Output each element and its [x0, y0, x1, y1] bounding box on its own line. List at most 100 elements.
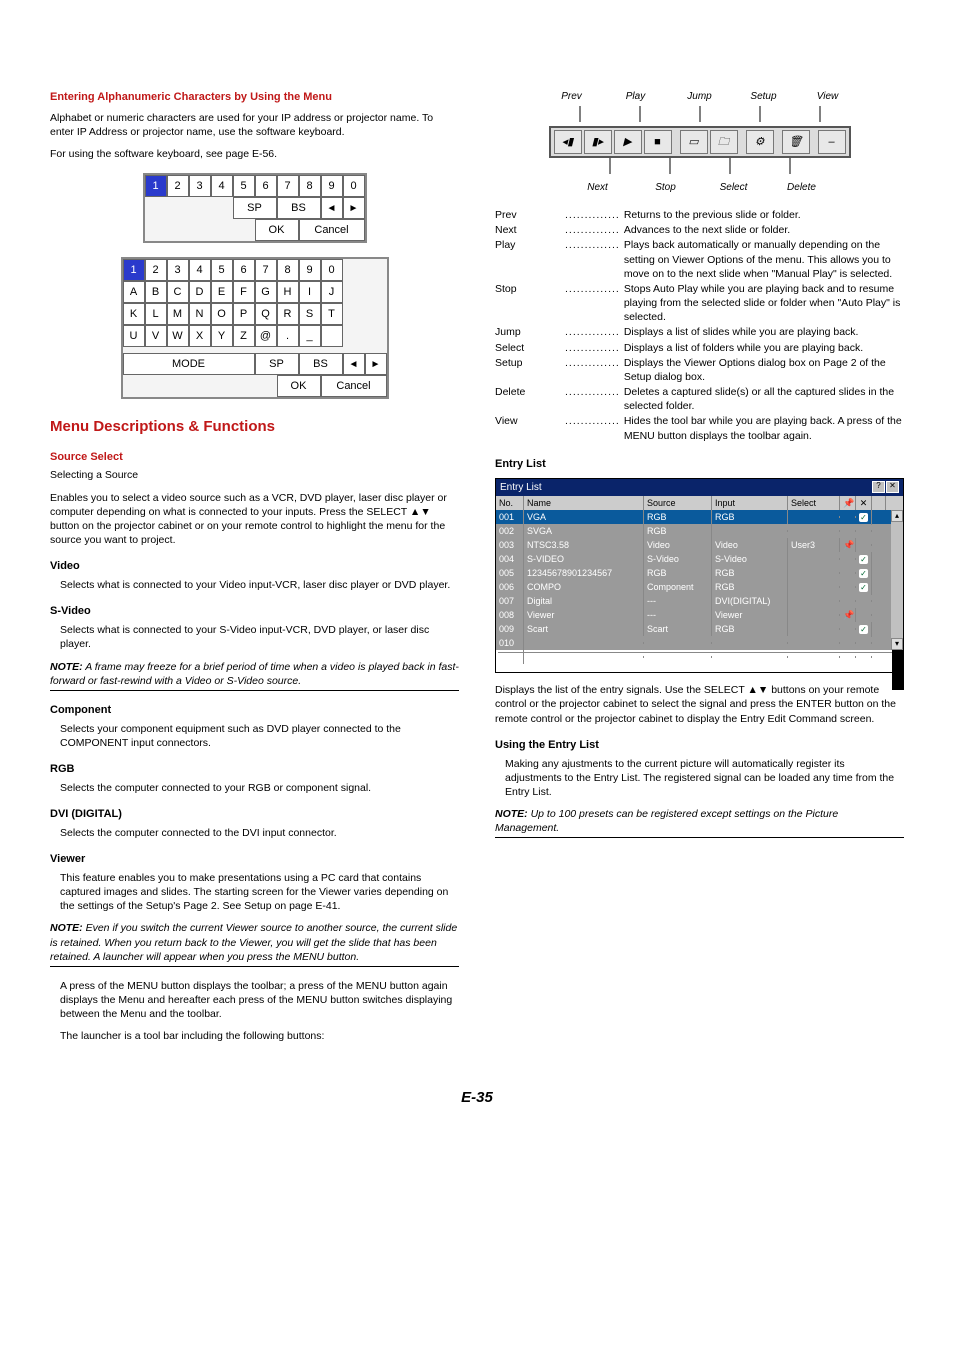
- kb-key-[interactable]: [321, 325, 343, 347]
- toolbar-button-5[interactable]: ▭: [680, 130, 708, 154]
- video-title: Video: [50, 559, 459, 574]
- kb-mode[interactable]: MODE: [123, 353, 255, 375]
- kb-key-1[interactable]: 1: [123, 259, 145, 281]
- kb-key-.[interactable]: .: [277, 325, 299, 347]
- kb-key-2[interactable]: 2: [145, 259, 167, 281]
- kb-key-6[interactable]: 6: [255, 175, 277, 197]
- selecting-source-title: Selecting a Source: [50, 468, 459, 482]
- kb-key-E[interactable]: E: [211, 281, 233, 303]
- entry-row-006[interactable]: 006COMPOComponentRGB: [496, 580, 891, 594]
- kb-key-1[interactable]: 1: [145, 175, 167, 197]
- kb-key-B[interactable]: B: [145, 281, 167, 303]
- entry-row-001[interactable]: 001VGARGBRGB: [496, 510, 891, 524]
- kb-key-P[interactable]: P: [233, 303, 255, 325]
- kb-key-V[interactable]: V: [145, 325, 167, 347]
- heading-source-select: Source Select: [50, 450, 459, 465]
- kb-key-G[interactable]: G: [255, 281, 277, 303]
- kb2-ok[interactable]: OK: [277, 375, 321, 397]
- kb-key-_[interactable]: _: [299, 325, 321, 347]
- kb-key-3[interactable]: 3: [167, 259, 189, 281]
- entry-row-010[interactable]: 010: [496, 636, 891, 650]
- kb-key-7[interactable]: 7: [255, 259, 277, 281]
- kb2-sp[interactable]: SP: [255, 353, 299, 375]
- kb-right-arrow[interactable]: ►: [343, 197, 365, 219]
- entry-row-011[interactable]: 011: [496, 650, 891, 664]
- scroll-up-icon[interactable]: ▴: [891, 510, 903, 522]
- kb-cancel[interactable]: Cancel: [299, 219, 365, 241]
- kb-key-W[interactable]: W: [167, 325, 189, 347]
- scrollbar[interactable]: ▴ ▾: [891, 510, 903, 650]
- kb-key-O[interactable]: O: [211, 303, 233, 325]
- kb-key-F[interactable]: F: [233, 281, 255, 303]
- toolbar-button-1[interactable]: ▮▸: [584, 130, 612, 154]
- kb-key-I[interactable]: I: [299, 281, 321, 303]
- viewer-body-3: The launcher is a tool bar including the…: [50, 1029, 459, 1043]
- kb-key-D[interactable]: D: [189, 281, 211, 303]
- kb-key-T[interactable]: T: [321, 303, 343, 325]
- kb-key-R[interactable]: R: [277, 303, 299, 325]
- toolbar-button-3[interactable]: ■: [644, 130, 672, 154]
- scroll-down-icon[interactable]: ▾: [891, 638, 903, 650]
- entry-row-005[interactable]: 00512345678901234567RGBRGB: [496, 566, 891, 580]
- kb-key-8[interactable]: 8: [299, 175, 321, 197]
- kb-key-7[interactable]: 7: [277, 175, 299, 197]
- kb-ok[interactable]: OK: [255, 219, 299, 241]
- toolbar-button-8[interactable]: ⚙: [746, 130, 774, 154]
- entry-row-002[interactable]: 002SVGARGB: [496, 524, 891, 538]
- heading-entry-list: Entry List: [495, 457, 904, 472]
- kb-key-2[interactable]: 2: [167, 175, 189, 197]
- entry-row-008[interactable]: 008Viewer---Viewer📌: [496, 608, 891, 622]
- help-icon[interactable]: ?: [872, 481, 885, 493]
- close-icon[interactable]: ✕: [886, 481, 899, 493]
- kb-key-H[interactable]: H: [277, 281, 299, 303]
- tb-label-select: Select: [706, 181, 762, 195]
- kb-key-X[interactable]: X: [189, 325, 211, 347]
- kb2-right[interactable]: ►: [365, 353, 387, 375]
- entry-row-004[interactable]: 004S-VIDEOS-VideoS-Video: [496, 552, 891, 566]
- kb2-bs[interactable]: BS: [299, 353, 343, 375]
- tb-label-stop: Stop: [638, 181, 694, 195]
- kb2-cancel[interactable]: Cancel: [321, 375, 387, 397]
- kb-key-5[interactable]: 5: [211, 259, 233, 281]
- kb-key-4[interactable]: 4: [189, 259, 211, 281]
- toolbar-button-12[interactable]: –: [818, 130, 846, 154]
- selecting-source-body: Enables you to select a video source suc…: [50, 491, 459, 548]
- toolbar-button-2[interactable]: ▶: [614, 130, 642, 154]
- software-keyboard-alpha: 1234567890 ABCDEFGHIJ KLMNOPQRST UVWXYZ@…: [50, 257, 459, 399]
- toolbar-button-0[interactable]: ◂▮: [554, 130, 582, 154]
- kb-key-9[interactable]: 9: [299, 259, 321, 281]
- toolbar-button-6[interactable]: 🗀: [710, 130, 738, 154]
- toolbar-button-10[interactable]: 🗑: [782, 130, 810, 154]
- kb-key-L[interactable]: L: [145, 303, 167, 325]
- kb-key-6[interactable]: 6: [233, 259, 255, 281]
- kb-key-S[interactable]: S: [299, 303, 321, 325]
- kb-key-5[interactable]: 5: [233, 175, 255, 197]
- kb-key-Q[interactable]: Q: [255, 303, 277, 325]
- kb-key-Y[interactable]: Y: [211, 325, 233, 347]
- kb-key-J[interactable]: J: [321, 281, 343, 303]
- kb-left-arrow[interactable]: ◄: [321, 197, 343, 219]
- entry-row-009[interactable]: 009ScartScartRGB: [496, 622, 891, 636]
- entry-row-007[interactable]: 007Digital---DVI(DIGITAL): [496, 594, 891, 608]
- kb-key-8[interactable]: 8: [277, 259, 299, 281]
- video-body: Selects what is connected to your Video …: [50, 578, 459, 592]
- kb-key-M[interactable]: M: [167, 303, 189, 325]
- kb-key-9[interactable]: 9: [321, 175, 343, 197]
- kb-key-3[interactable]: 3: [189, 175, 211, 197]
- kb-key-0[interactable]: 0: [343, 175, 365, 197]
- kb-key-A[interactable]: A: [123, 281, 145, 303]
- kb-key-Z[interactable]: Z: [233, 325, 255, 347]
- kb-bs[interactable]: BS: [277, 197, 321, 219]
- kb-key-U[interactable]: U: [123, 325, 145, 347]
- kb2-left[interactable]: ◄: [343, 353, 365, 375]
- svideo-body: Selects what is connected to your S-Vide…: [50, 623, 459, 651]
- software-keyboard-numeric: 1234567890 SP BS ◄ ► OK Cancel: [50, 173, 459, 243]
- entry-row-003[interactable]: 003NTSC3.58VideoVideoUser3📌: [496, 538, 891, 552]
- kb-sp[interactable]: SP: [233, 197, 277, 219]
- kb-key-C[interactable]: C: [167, 281, 189, 303]
- kb-key-0[interactable]: 0: [321, 259, 343, 281]
- kb-key-K[interactable]: K: [123, 303, 145, 325]
- kb-key-N[interactable]: N: [189, 303, 211, 325]
- kb-key-@[interactable]: @: [255, 325, 277, 347]
- kb-key-4[interactable]: 4: [211, 175, 233, 197]
